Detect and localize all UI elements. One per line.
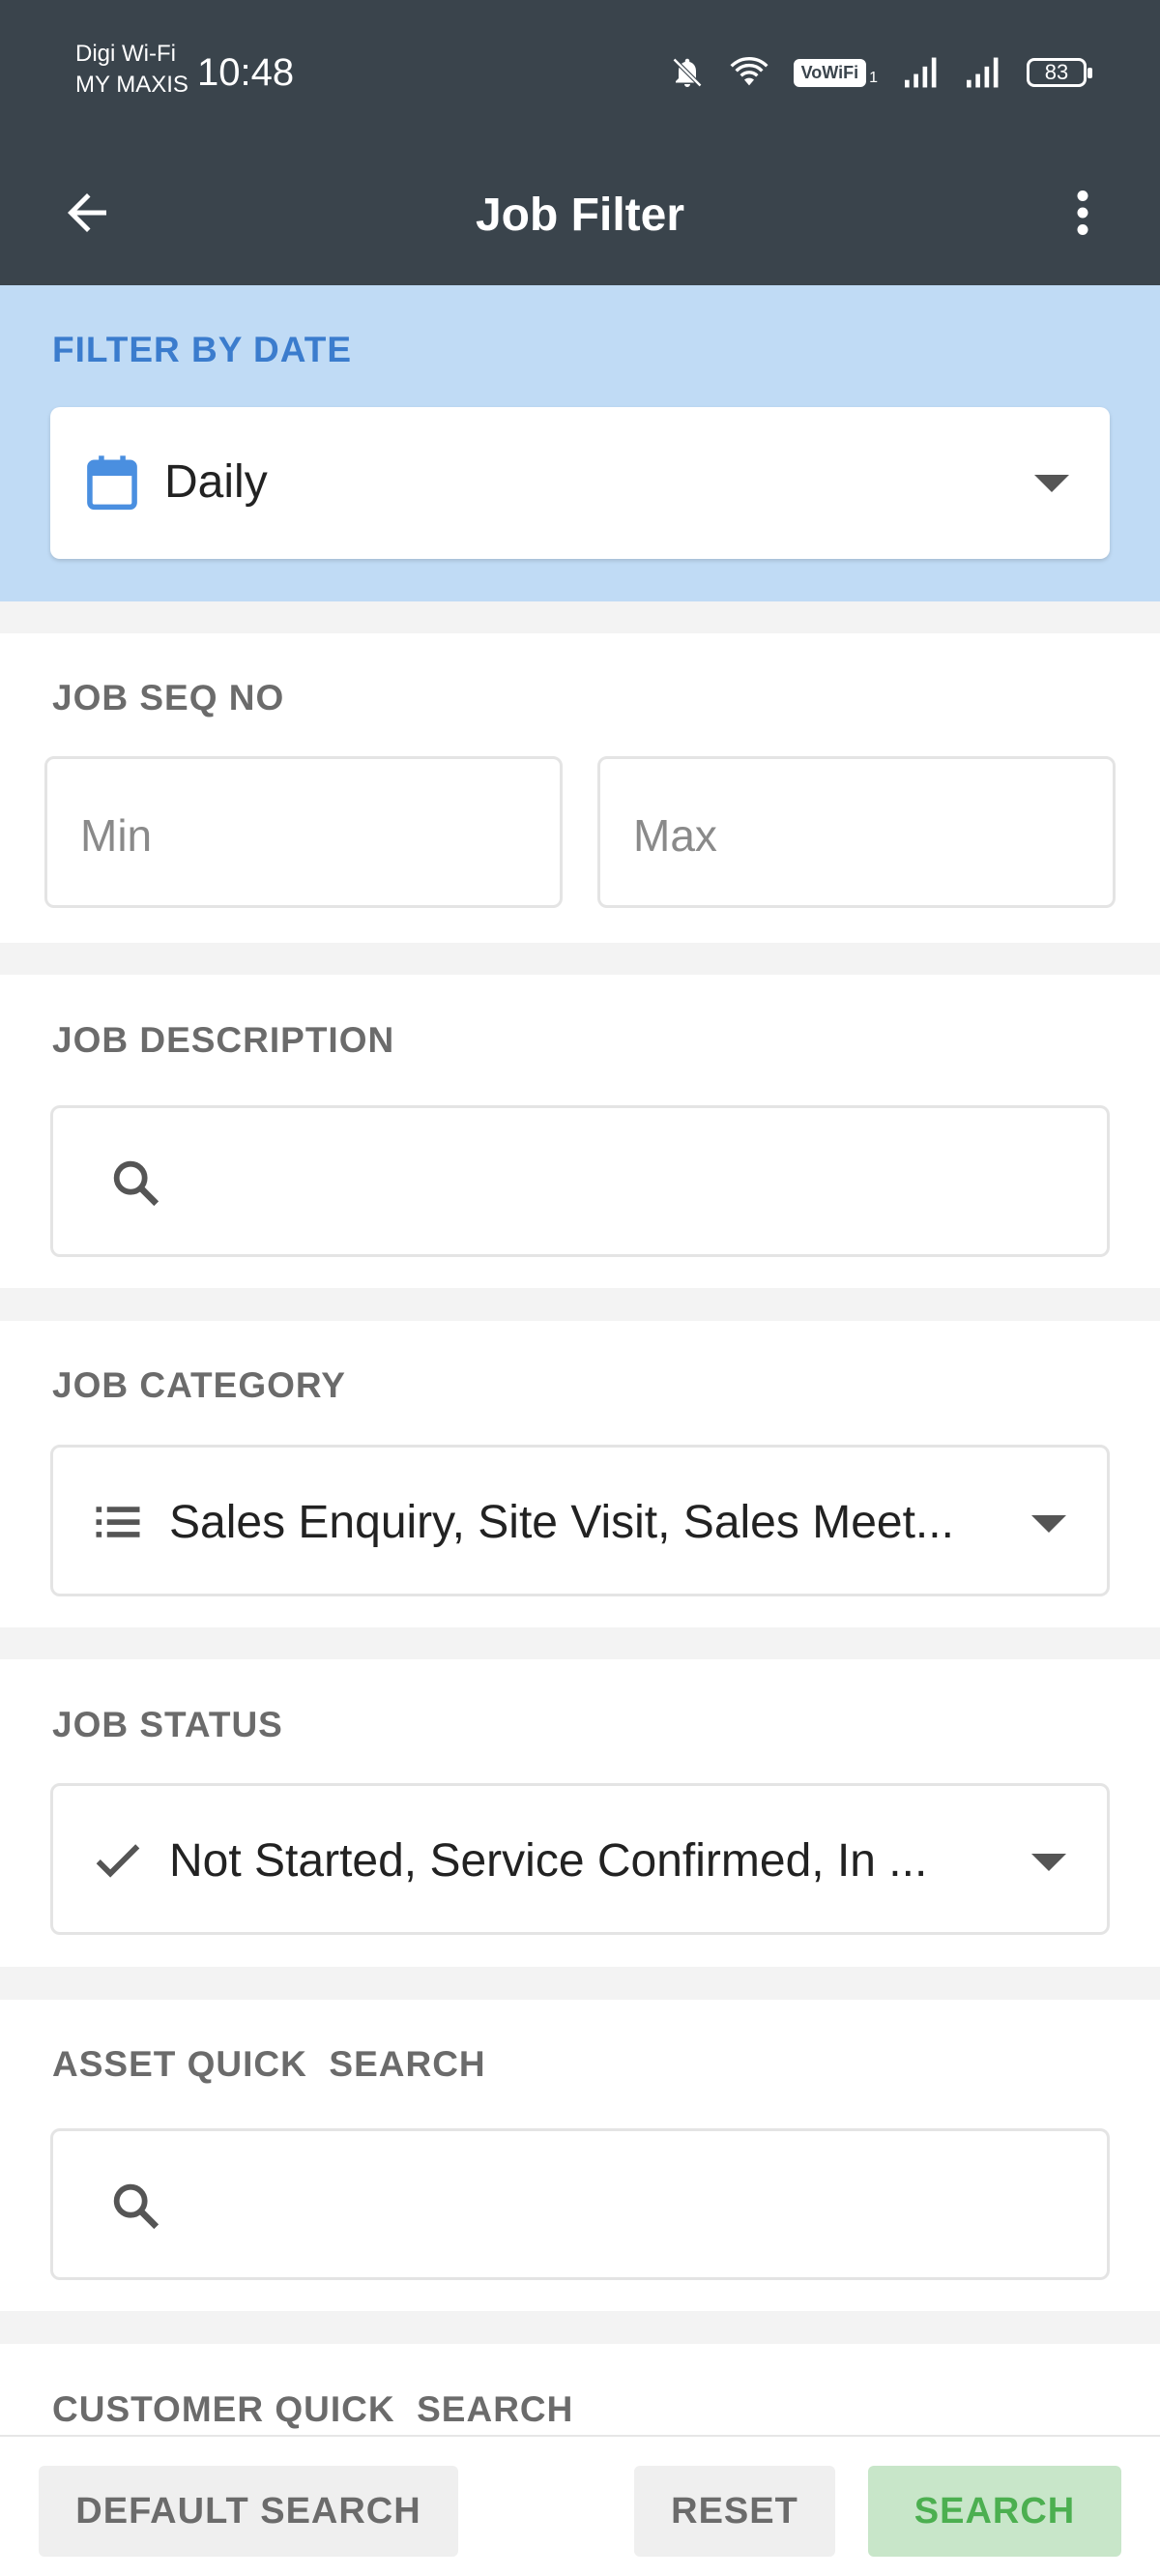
signal-icon [905,57,937,88]
asset-quick-search-label: ASSET QUICK SEARCH [52,2044,486,2084]
clock: 10:48 [197,51,295,94]
system-icons: VoWiFi 1 83 [670,48,1092,97]
date-range-dropdown[interactable]: Daily [50,407,1110,559]
job-category-dropdown[interactable]: Sales Enquiry, Site Visit, Sales Meet... [50,1445,1110,1596]
battery-level: 83 [1044,60,1069,84]
asset-quick-search-input[interactable] [50,2128,1110,2280]
bell-off-icon [672,57,702,88]
date-range-value: Daily [164,456,268,508]
chevron-down-icon [1031,1854,1066,1871]
chevron-down-icon [1034,475,1069,492]
job-seq-min-input[interactable]: Min [44,756,563,908]
check-icon [96,1844,140,1878]
filter-by-date-label: FILTER BY DATE [52,330,352,369]
more-vert-icon [1077,190,1088,235]
list-icon [96,1507,140,1537]
min-placeholder: Min [80,810,153,861]
job-seq-no-label: JOB SEQ NO [52,678,285,717]
bottom-action-bar: DEFAULT SEARCH RESET SEARCH [0,2435,1160,2576]
carrier-info: Digi Wi-Fi MY MAXIS [75,39,188,101]
job-description-label: JOB DESCRIPTION [52,1020,395,1060]
job-category-label: JOB CATEGORY [52,1365,346,1405]
search-icon [113,1160,160,1207]
default-search-button[interactable]: DEFAULT SEARCH [39,2466,458,2557]
carrier-line-2: MY MAXIS [75,72,188,98]
job-status-label: JOB STATUS [52,1705,283,1744]
search-button[interactable]: SEARCH [868,2466,1121,2557]
search-icon [113,2183,160,2230]
chevron-down-icon [1031,1515,1066,1533]
max-placeholder: Max [633,810,717,861]
job-seq-max-input[interactable]: Max [597,756,1116,908]
reset-button[interactable]: RESET [634,2466,835,2557]
carrier-line-1: Digi Wi-Fi [75,41,176,67]
vowifi-label: VoWiFi [793,58,867,87]
job-status-value: Not Started, Service Confirmed, In ... [169,1835,928,1887]
calendar-icon [87,455,137,511]
more-options-button[interactable] [1044,174,1121,251]
status-bar: Digi Wi-Fi MY MAXIS 10:48 VoWiFi 1 83 [0,0,1160,140]
customer-quick-search-label: CUSTOMER QUICK SEARCH [52,2389,574,2429]
page-title: Job Filter [475,190,685,241]
wifi-icon [730,57,768,86]
job-status-dropdown[interactable]: Not Started, Service Confirmed, In ... [50,1783,1110,1935]
job-description-search-input[interactable] [50,1105,1110,1257]
signal-icon [967,57,999,88]
vowifi-icon: VoWiFi 1 [793,58,878,87]
battery-icon: 83 [1027,58,1092,87]
app-bar: Job Filter [0,140,1160,285]
job-category-value: Sales Enquiry, Site Visit, Sales Meet... [169,1497,954,1548]
vowifi-sub: 1 [869,69,878,86]
